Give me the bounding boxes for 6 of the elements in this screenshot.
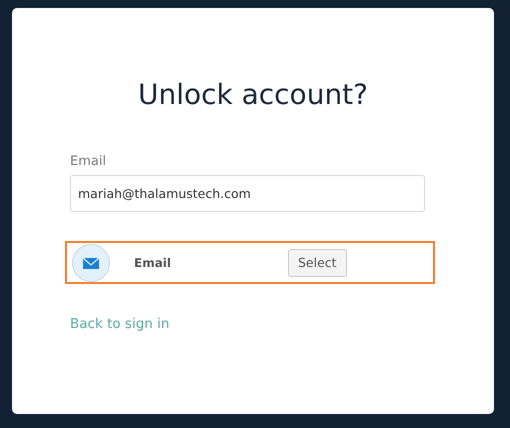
field-label: Email	[70, 154, 106, 169]
email-field[interactable]: mariah@thalamustech.com	[70, 175, 425, 212]
page-title: Unlock account?	[136, 78, 370, 111]
select-button[interactable]: Select	[288, 248, 347, 276]
factor-label: Email	[134, 256, 172, 270]
envelope-icon	[72, 244, 110, 282]
